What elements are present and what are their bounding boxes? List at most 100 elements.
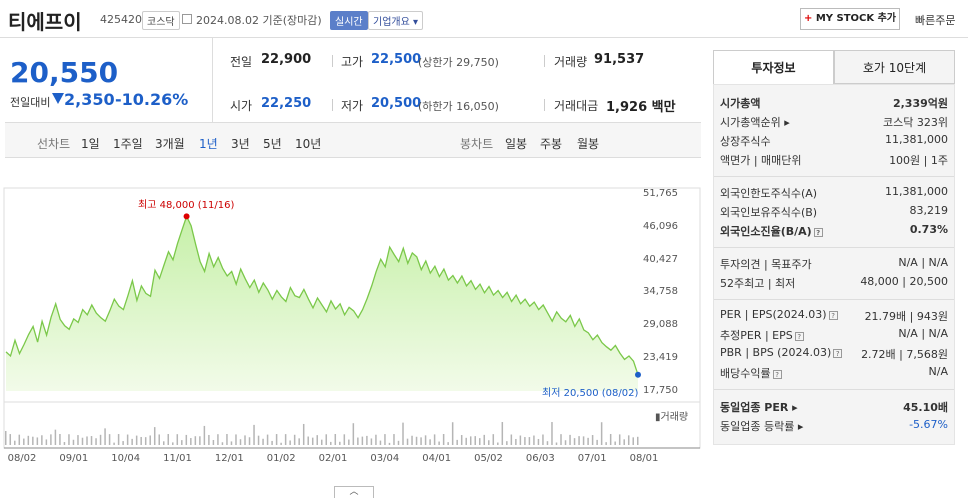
price-change: 2,350 (64, 90, 115, 109)
volume-bar (506, 441, 508, 445)
volume-bar (560, 434, 562, 445)
trade-value-label: 거래대금 (554, 99, 599, 113)
volume-bar (208, 434, 210, 445)
row-value: 100원 | 1주 (889, 154, 948, 167)
y-tick-label: 34,758 (643, 286, 678, 298)
x-tick-label: 10/04 (111, 453, 141, 464)
volume-bar (637, 436, 639, 445)
divider (714, 247, 954, 248)
volume-bar (339, 441, 341, 445)
volume-bar (217, 434, 219, 445)
volume-bar (519, 435, 522, 445)
tab-investment-info[interactable]: 투자정보 (713, 50, 834, 84)
row-label: 외국인한도주식수(A) (720, 187, 818, 200)
volume-bar (397, 440, 400, 445)
x-tick-label: 02/01 (318, 453, 348, 464)
investment-info-body: 시가총액 2,339억원 시가총액순위 ▸ 코스닥 323위 상장주식수 11,381… (713, 84, 955, 445)
volume-bar (451, 422, 454, 445)
volume-bar (126, 434, 129, 445)
volume-bar (361, 436, 364, 445)
help-icon[interactable]: ? (794, 331, 804, 341)
volume-bar (68, 434, 70, 445)
volume-label: 거래량 (554, 55, 588, 69)
help-icon[interactable]: ? (828, 310, 838, 320)
volume-bar (203, 425, 206, 445)
divider (332, 55, 333, 67)
volume-bar (14, 440, 16, 445)
row-label: 배당수익률 (720, 367, 771, 380)
price-chart[interactable]: 최고 48,000 (11/16) 최저 20,500 (08/02) ▮거래량… (0, 158, 703, 500)
volume-bar (569, 434, 571, 445)
volume-bar (424, 435, 427, 445)
divider (544, 55, 545, 67)
volume-bar (221, 442, 224, 445)
volume-bar (77, 435, 79, 445)
tab-10y[interactable]: 10년 (295, 135, 321, 152)
add-my-stock-button[interactable]: + MY STOCK 추가 (800, 8, 900, 30)
tab-order-book[interactable]: 호가 10단계 (834, 50, 955, 84)
volume-bar (63, 442, 66, 445)
divider (332, 99, 333, 111)
tab-weekly[interactable]: 주봉 (540, 135, 562, 152)
realtime-button[interactable]: 실시간 (330, 11, 368, 30)
row-label: 외국인소진율(B/A) (720, 225, 812, 238)
row-value: 11,381,000 (885, 133, 948, 146)
volume-bar (627, 435, 630, 445)
help-icon[interactable]: ? (772, 369, 782, 379)
tab-5y[interactable]: 5년 (263, 135, 282, 152)
tab-monthly[interactable]: 월봉 (577, 135, 599, 152)
tab-1d[interactable]: 1일 (81, 135, 100, 152)
company-overview-dropdown[interactable]: 기업개요 ▾ (368, 11, 423, 30)
volume-bar (366, 435, 368, 445)
volume-bar (325, 434, 328, 445)
volume-bar (582, 436, 585, 445)
upper-limit: (상한가 29,750) (418, 56, 499, 69)
volume-bar (230, 441, 233, 445)
52w-range-row: 52주최고 | 최저 48,000 | 20,500 (720, 275, 948, 293)
tab-1y[interactable]: 1년 (199, 135, 218, 152)
volume-bar (212, 440, 215, 445)
volume-bar (36, 437, 39, 445)
x-tick-label: 12/01 (214, 453, 244, 464)
x-tick-label: 05/02 (474, 453, 503, 464)
industry-change-row[interactable]: 동일업종 등락률 ▸ -5.67% (720, 418, 948, 436)
x-tick-label: 01/02 (266, 453, 296, 464)
row-label: PER | EPS(2024.03) (720, 308, 827, 321)
volume-bar (510, 434, 513, 445)
volume-bar (117, 434, 120, 445)
collapse-chart-button[interactable]: ︿ (334, 486, 374, 498)
volume-bar (528, 437, 531, 445)
price-chart-svg (3, 187, 701, 449)
volume-bar (533, 435, 535, 445)
help-icon[interactable]: ? (813, 227, 823, 237)
volume-bar (515, 438, 517, 445)
tab-3m[interactable]: 3개월 (155, 135, 185, 152)
volume-bar (352, 423, 355, 445)
volume-bar (334, 434, 337, 445)
volume-bar (479, 438, 481, 445)
volume-bar (275, 434, 278, 445)
volume-bar (632, 437, 634, 445)
stock-code: 425420 (100, 13, 142, 26)
volume-bar (257, 435, 260, 445)
x-tick-label: 06/03 (525, 453, 555, 464)
quick-order-button[interactable]: 빠른주문 (915, 12, 955, 28)
row-value: 83,219 (909, 204, 949, 217)
volume-bar (609, 434, 612, 445)
y-tick-label: 40,427 (643, 253, 678, 265)
market-cap-rank-row[interactable]: 시가총액순위 ▸ 코스닥 323위 (720, 114, 948, 132)
opinion-row: 투자의견 | 목표주가 N/A | N/A (720, 256, 948, 274)
tab-1w[interactable]: 1주일 (113, 135, 143, 152)
help-icon[interactable]: ? (833, 348, 843, 358)
tab-3y[interactable]: 3년 (231, 135, 250, 152)
volume-bar (447, 442, 449, 445)
volume-bar (235, 434, 237, 445)
volume-bar (614, 441, 616, 445)
tab-daily[interactable]: 일봉 (505, 135, 527, 152)
volume-bar (433, 434, 436, 445)
row-value: 코스닥 323위 (883, 116, 948, 129)
market-badge: 코스닥 (142, 11, 180, 30)
volume-bar (307, 436, 309, 445)
volume-bar (573, 438, 576, 445)
industry-per-row[interactable]: 동일업종 PER ▸ 45.10배 (720, 399, 948, 417)
